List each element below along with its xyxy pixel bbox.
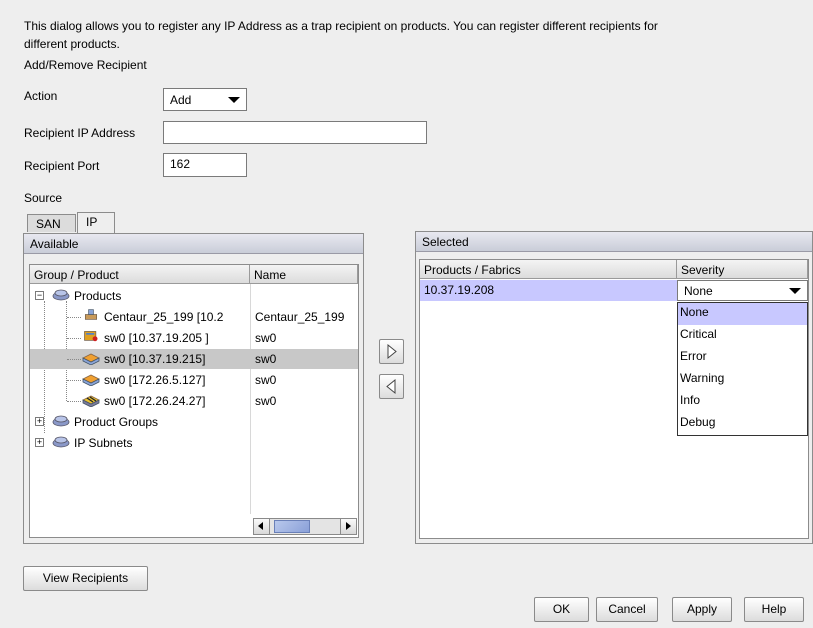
action-dropdown[interactable]: Add: [163, 88, 247, 111]
chevron-down-icon: [789, 288, 801, 294]
switch-icon: [82, 353, 100, 365]
horizontal-scrollbar[interactable]: [253, 518, 357, 535]
products-icon: [52, 289, 70, 301]
view-recipients-button[interactable]: View Recipients: [23, 566, 148, 591]
severity-option-error[interactable]: Error: [678, 347, 807, 369]
severity-option-none[interactable]: None: [678, 303, 807, 325]
tree-line: [67, 401, 81, 402]
severity-option-warning[interactable]: Warning: [678, 369, 807, 391]
ok-button[interactable]: OK: [534, 597, 589, 622]
selected-panel-title: Selected: [416, 232, 812, 252]
tree-row-products[interactable]: − Products: [30, 286, 358, 306]
tree-name: sw0: [255, 352, 277, 366]
arrow-right-icon: [346, 522, 351, 530]
tree-label: Centaur_25_199 [10.2: [104, 310, 224, 324]
column-header-group-product[interactable]: Group / Product: [30, 265, 250, 284]
tree-label: Product Groups: [74, 415, 159, 429]
action-value: Add: [170, 93, 192, 107]
tree-row-product-groups[interactable]: + Product Groups: [30, 412, 358, 432]
tree-name: sw0: [255, 331, 277, 345]
section-label-add-remove: Add/Remove Recipient: [24, 58, 147, 72]
tree-label: sw0 [172.26.5.127]: [104, 373, 206, 387]
intro-line-2: different products.: [24, 37, 120, 51]
severity-option-critical[interactable]: Critical: [678, 325, 807, 347]
tree-row-device-selected[interactable]: sw0 [10.37.19.215] sw0: [30, 349, 358, 369]
available-tree-table: Group / Product Name − Products Centaur_…: [29, 264, 359, 538]
cancel-button[interactable]: Cancel: [596, 597, 658, 622]
arrow-left-icon: [386, 378, 396, 395]
tree-line: [67, 317, 81, 318]
severity-dropdown[interactable]: None: [677, 280, 808, 301]
ip-subnets-icon: [52, 436, 70, 448]
tab-ip[interactable]: IP: [77, 212, 115, 233]
column-header-products-fabrics[interactable]: Products / Fabrics: [420, 260, 677, 279]
add-to-selected-button[interactable]: [379, 339, 404, 364]
column-header-severity[interactable]: Severity: [677, 260, 808, 279]
scroll-thumb[interactable]: [274, 520, 310, 533]
tree-label: sw0 [10.37.19.215]: [104, 352, 206, 366]
recipient-ip-input[interactable]: [163, 121, 427, 144]
selected-product-cell: 10.37.19.208: [424, 283, 495, 297]
recipient-port-input[interactable]: 162: [163, 153, 247, 177]
selected-table: Products / Fabrics Severity 10.37.19.208…: [419, 259, 809, 539]
selected-panel: Selected Products / Fabrics Severity 10.…: [415, 231, 813, 544]
switch-icon: [82, 374, 100, 386]
scroll-right-button[interactable]: [340, 519, 356, 534]
product-groups-icon: [52, 415, 70, 427]
source-label: Source: [24, 191, 63, 205]
remove-from-selected-button[interactable]: [379, 374, 404, 399]
available-panel-title: Available: [24, 234, 363, 254]
switch-warning-icon: [84, 331, 98, 342]
tab-san[interactable]: SAN: [27, 214, 76, 232]
arrow-left-icon: [258, 522, 263, 530]
available-panel: Available Group / Product Name − Product…: [23, 233, 364, 544]
severity-value: None: [684, 284, 713, 298]
tree-row-ip-subnets[interactable]: + IP Subnets: [30, 433, 358, 453]
tree-label: sw0 [172.26.24.27]: [104, 394, 206, 408]
tab-ip-label: IP: [86, 215, 98, 229]
tree-line: [67, 338, 81, 339]
tree-label: sw0 [10.37.19.205 ]: [104, 331, 209, 345]
apply-button[interactable]: Apply: [672, 597, 732, 622]
tree-row-device[interactable]: sw0 [172.26.24.27] sw0: [30, 391, 358, 411]
column-header-name[interactable]: Name: [250, 265, 358, 284]
collapse-icon[interactable]: −: [35, 291, 44, 300]
action-label: Action: [24, 89, 58, 103]
switch-striped-icon: [82, 395, 100, 407]
tree-line: [67, 380, 81, 381]
expand-icon[interactable]: +: [35, 417, 44, 426]
tree-row-device[interactable]: sw0 [10.37.19.205 ] sw0: [30, 328, 358, 348]
chevron-down-icon: [228, 97, 240, 103]
recipient-port-label: Recipient Port: [24, 159, 100, 173]
tree-name: sw0: [255, 394, 277, 408]
tree-label: IP Subnets: [74, 436, 133, 450]
tree-label: Products: [74, 289, 122, 303]
help-button[interactable]: Help: [744, 597, 804, 622]
severity-options-list: None Critical Error Warning Info Debug: [677, 302, 808, 436]
intro-line-1: This dialog allows you to register any I…: [24, 19, 658, 33]
recipient-ip-label: Recipient IP Address: [24, 126, 136, 140]
severity-option-info[interactable]: Info: [678, 391, 807, 413]
arrow-right-icon: [387, 343, 397, 360]
tree-name: sw0: [255, 373, 277, 387]
tree-row-device[interactable]: Centaur_25_199 [10.2 Centaur_25_199: [30, 307, 358, 327]
tree-name: Centaur_25_199: [255, 310, 345, 324]
tree-row-device[interactable]: sw0 [172.26.5.127] sw0: [30, 370, 358, 390]
scroll-left-button[interactable]: [254, 519, 270, 534]
severity-option-debug[interactable]: Debug: [678, 413, 807, 435]
router-icon: [84, 309, 98, 320]
tree-line: [67, 359, 81, 360]
tab-san-label: SAN: [36, 217, 61, 231]
expand-icon[interactable]: +: [35, 438, 44, 447]
